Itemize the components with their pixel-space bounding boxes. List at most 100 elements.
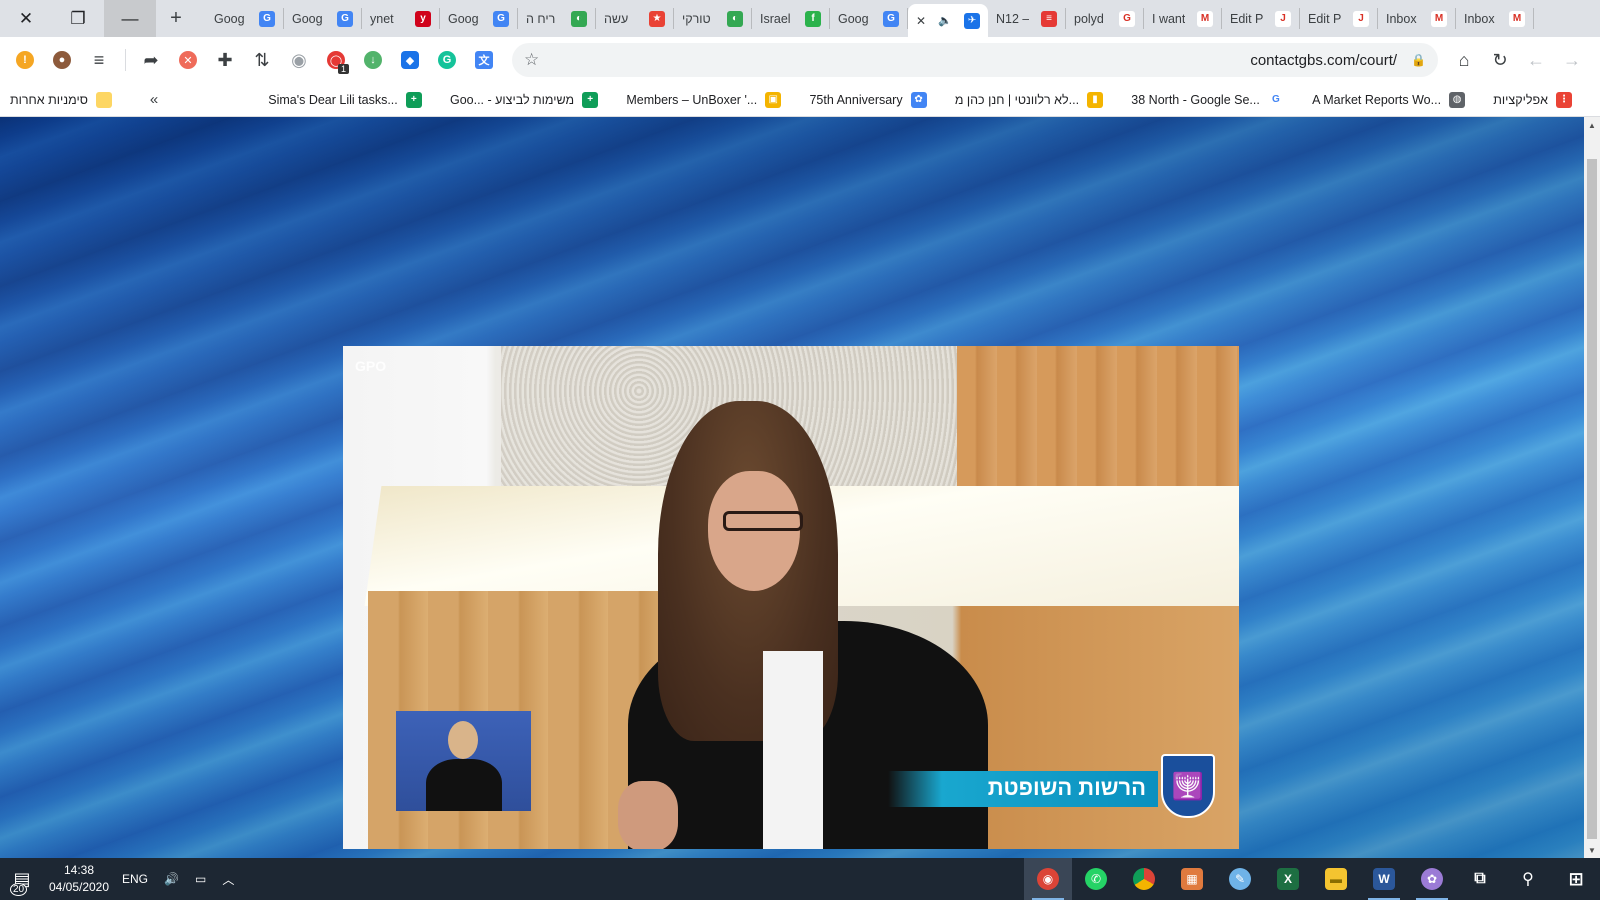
taskbar-excel-icon[interactable]: X [1264, 858, 1312, 900]
tab[interactable]: Inbox M [1456, 8, 1534, 29]
scroll-up-arrow-icon[interactable]: ▲ [1584, 117, 1600, 133]
blocker-extension-icon[interactable]: ✕ [173, 45, 203, 75]
tab[interactable]: Goog G [440, 8, 518, 29]
bookmark-item[interactable]: 75th Anniversary ✿ [809, 91, 927, 108]
tab-title: Edit P [1230, 11, 1264, 26]
tab[interactable]: Edit P J [1222, 8, 1300, 29]
forward-button[interactable]: → [1554, 43, 1590, 77]
bookmark-items: Sima's Dear Lili tasks... + Goo... - משימו… [268, 91, 1590, 108]
reload-button[interactable]: ↻ [1482, 43, 1518, 77]
tab-active[interactable]: ✕ 🔈 ✈ [908, 4, 988, 37]
taskbar-file-explorer-icon[interactable]: ▬ [1312, 858, 1360, 900]
sheets-icon: + [582, 91, 599, 108]
tab[interactable]: polyd G [1066, 8, 1144, 29]
volume-icon[interactable]: 🔊 [164, 872, 179, 886]
bookmark-item[interactable]: 38 North - Google Se... G [1131, 91, 1284, 108]
tab[interactable]: טורקי ◐ [674, 8, 752, 29]
taskbar-chrome-profile-icon[interactable]: ◉ [1024, 858, 1072, 900]
camera-extension-icon[interactable]: ◉ [284, 45, 314, 75]
tab[interactable]: N12 – ≡ [988, 8, 1066, 29]
minimize-window-button[interactable]: — [104, 0, 156, 37]
tab-strip: ✕ ❐ — + Goog G Goog Gynet y Goog G ריח ה ◐ עשה ★ טו… [0, 0, 1600, 37]
google-translate-icon: G [883, 10, 899, 27]
action-center-icon[interactable]: ▤ 20 [0, 858, 44, 900]
bookmark-label: 75th Anniversary [809, 92, 903, 107]
taskbar-paint-icon[interactable]: ✎ [1216, 858, 1264, 900]
address-bar[interactable]: ☆ contactgbs.com/court/ 🔒 [512, 43, 1438, 77]
tab[interactable]: Inbox M [1378, 8, 1456, 29]
share-arrow-icon[interactable]: ➦ [136, 45, 166, 75]
tab-title: Goog [214, 11, 245, 26]
extensions-puzzle-icon[interactable]: ✚ [210, 45, 240, 75]
taskbar-whatsapp-icon[interactable]: ✆ [1072, 858, 1120, 900]
close-window-button[interactable]: ✕ [0, 0, 52, 37]
new-tab-button[interactable]: + [156, 0, 196, 37]
restore-window-button[interactable]: ❐ [52, 0, 104, 37]
slides-icon: ▮ [1087, 91, 1104, 108]
url-text[interactable]: contactgbs.com/court/ [539, 52, 1411, 69]
tab[interactable]: ynet y [362, 8, 440, 29]
taskbar-word-icon[interactable]: W [1360, 858, 1408, 900]
other-bookmarks[interactable]: סימניות אחרות ▬ [10, 91, 112, 108]
tab[interactable]: Goog G [830, 8, 908, 29]
back-button[interactable]: ← [1518, 43, 1554, 77]
jetpack-icon: J [1353, 10, 1369, 27]
home-button[interactable]: ⌂ [1446, 43, 1482, 77]
vertical-scrollbar[interactable]: ▲ ▼ [1584, 117, 1600, 858]
bookmark-item[interactable]: אפליקציות ⋮ [1493, 91, 1572, 108]
system-clock[interactable]: 14:38 04/05/2020 [44, 862, 114, 896]
input-language[interactable]: ENG [122, 872, 148, 886]
tab[interactable]: Goog G [284, 8, 362, 29]
alert-extension-icon[interactable]: ! [10, 45, 40, 75]
download-extension-icon[interactable]: ↓ [358, 45, 388, 75]
battery-icon[interactable]: ▭ [195, 872, 206, 886]
tab[interactable]: Goog G [206, 8, 284, 29]
tab[interactable]: ריח ה ◐ [518, 8, 596, 29]
other-bookmarks-label: סימניות אחרות [10, 92, 88, 107]
court-video-player[interactable]: GPO הרשות השופטת 🕎 [343, 346, 1239, 849]
bookmark-label: אפליקציות [1493, 92, 1548, 107]
tab[interactable]: Israel f [752, 8, 830, 29]
tab[interactable]: עשה ★ [596, 8, 674, 29]
site-icon: ✿ [910, 91, 927, 108]
scrollbar-thumb[interactable] [1587, 159, 1597, 839]
bookmark-item[interactable]: A Market Reports Wo... ◍ [1312, 91, 1466, 108]
scroll-down-arrow-icon[interactable]: ▼ [1584, 842, 1600, 858]
adblock-extension-icon[interactable]: ◯ 1 [321, 45, 351, 75]
windows-start-icon[interactable]: ⊞ [1552, 858, 1600, 900]
windows-taskbar: ▤ 20 14:38 04/05/2020 ENG 🔊 ▭ ︿ ◉ ✆ ▦ ✎ X… [0, 858, 1600, 900]
tray-overflow-chevron-icon[interactable]: ︿ [222, 871, 234, 888]
reading-list-icon[interactable]: ≡ [84, 45, 114, 75]
task-view-icon[interactable]: ⧉ [1456, 858, 1504, 900]
caption-banner: הרשות השופטת [888, 771, 1158, 807]
google-translate-icon: G [337, 10, 353, 27]
bookmark-star-icon[interactable]: ☆ [524, 50, 539, 70]
extension-badge: 1 [337, 64, 349, 74]
bookmark-item[interactable]: לא רלוונטי | חנן כהן מ... ▮ [955, 91, 1104, 108]
audio-playing-icon[interactable]: 🔈 [938, 14, 952, 27]
grammarly-icon[interactable]: G [432, 45, 462, 75]
gmail-icon: M [1431, 10, 1447, 27]
close-tab-icon[interactable]: ✕ [916, 14, 926, 28]
profile-avatar[interactable]: ● [47, 45, 77, 75]
bookmark-item[interactable]: Members – UnBoxer '... ▣ [626, 91, 782, 108]
translate-extension-icon[interactable]: 文 [469, 45, 499, 75]
bookmark-item[interactable]: Goo... - משימות לביצוע + [450, 91, 599, 108]
sort-extension-icon[interactable]: ⇅ [247, 45, 277, 75]
bookmark-item[interactable]: Sima's Dear Lili tasks... + [268, 91, 422, 108]
gmail-icon: M [1509, 10, 1525, 27]
taskbar-paint3d-icon[interactable]: ✿ [1408, 858, 1456, 900]
taskbar-chrome-icon[interactable] [1120, 858, 1168, 900]
tab[interactable]: I want M [1144, 8, 1222, 29]
tab-title: Goog [292, 11, 323, 26]
bookmark-extension-icon[interactable]: ◆ [395, 45, 425, 75]
bookmark-label: Members – UnBoxer '... [626, 92, 758, 107]
tab-title: ynet [370, 11, 394, 26]
more-bookmarks-chevron[interactable]: « [150, 91, 158, 108]
search-icon[interactable]: ⚲ [1504, 858, 1552, 900]
tab[interactable]: Edit P J [1300, 8, 1378, 29]
lock-icon[interactable]: 🔒 [1411, 53, 1426, 67]
notification-count: 20 [10, 883, 28, 896]
taskbar-photos-icon[interactable]: ▦ [1168, 858, 1216, 900]
toolbar-divider [125, 49, 126, 71]
